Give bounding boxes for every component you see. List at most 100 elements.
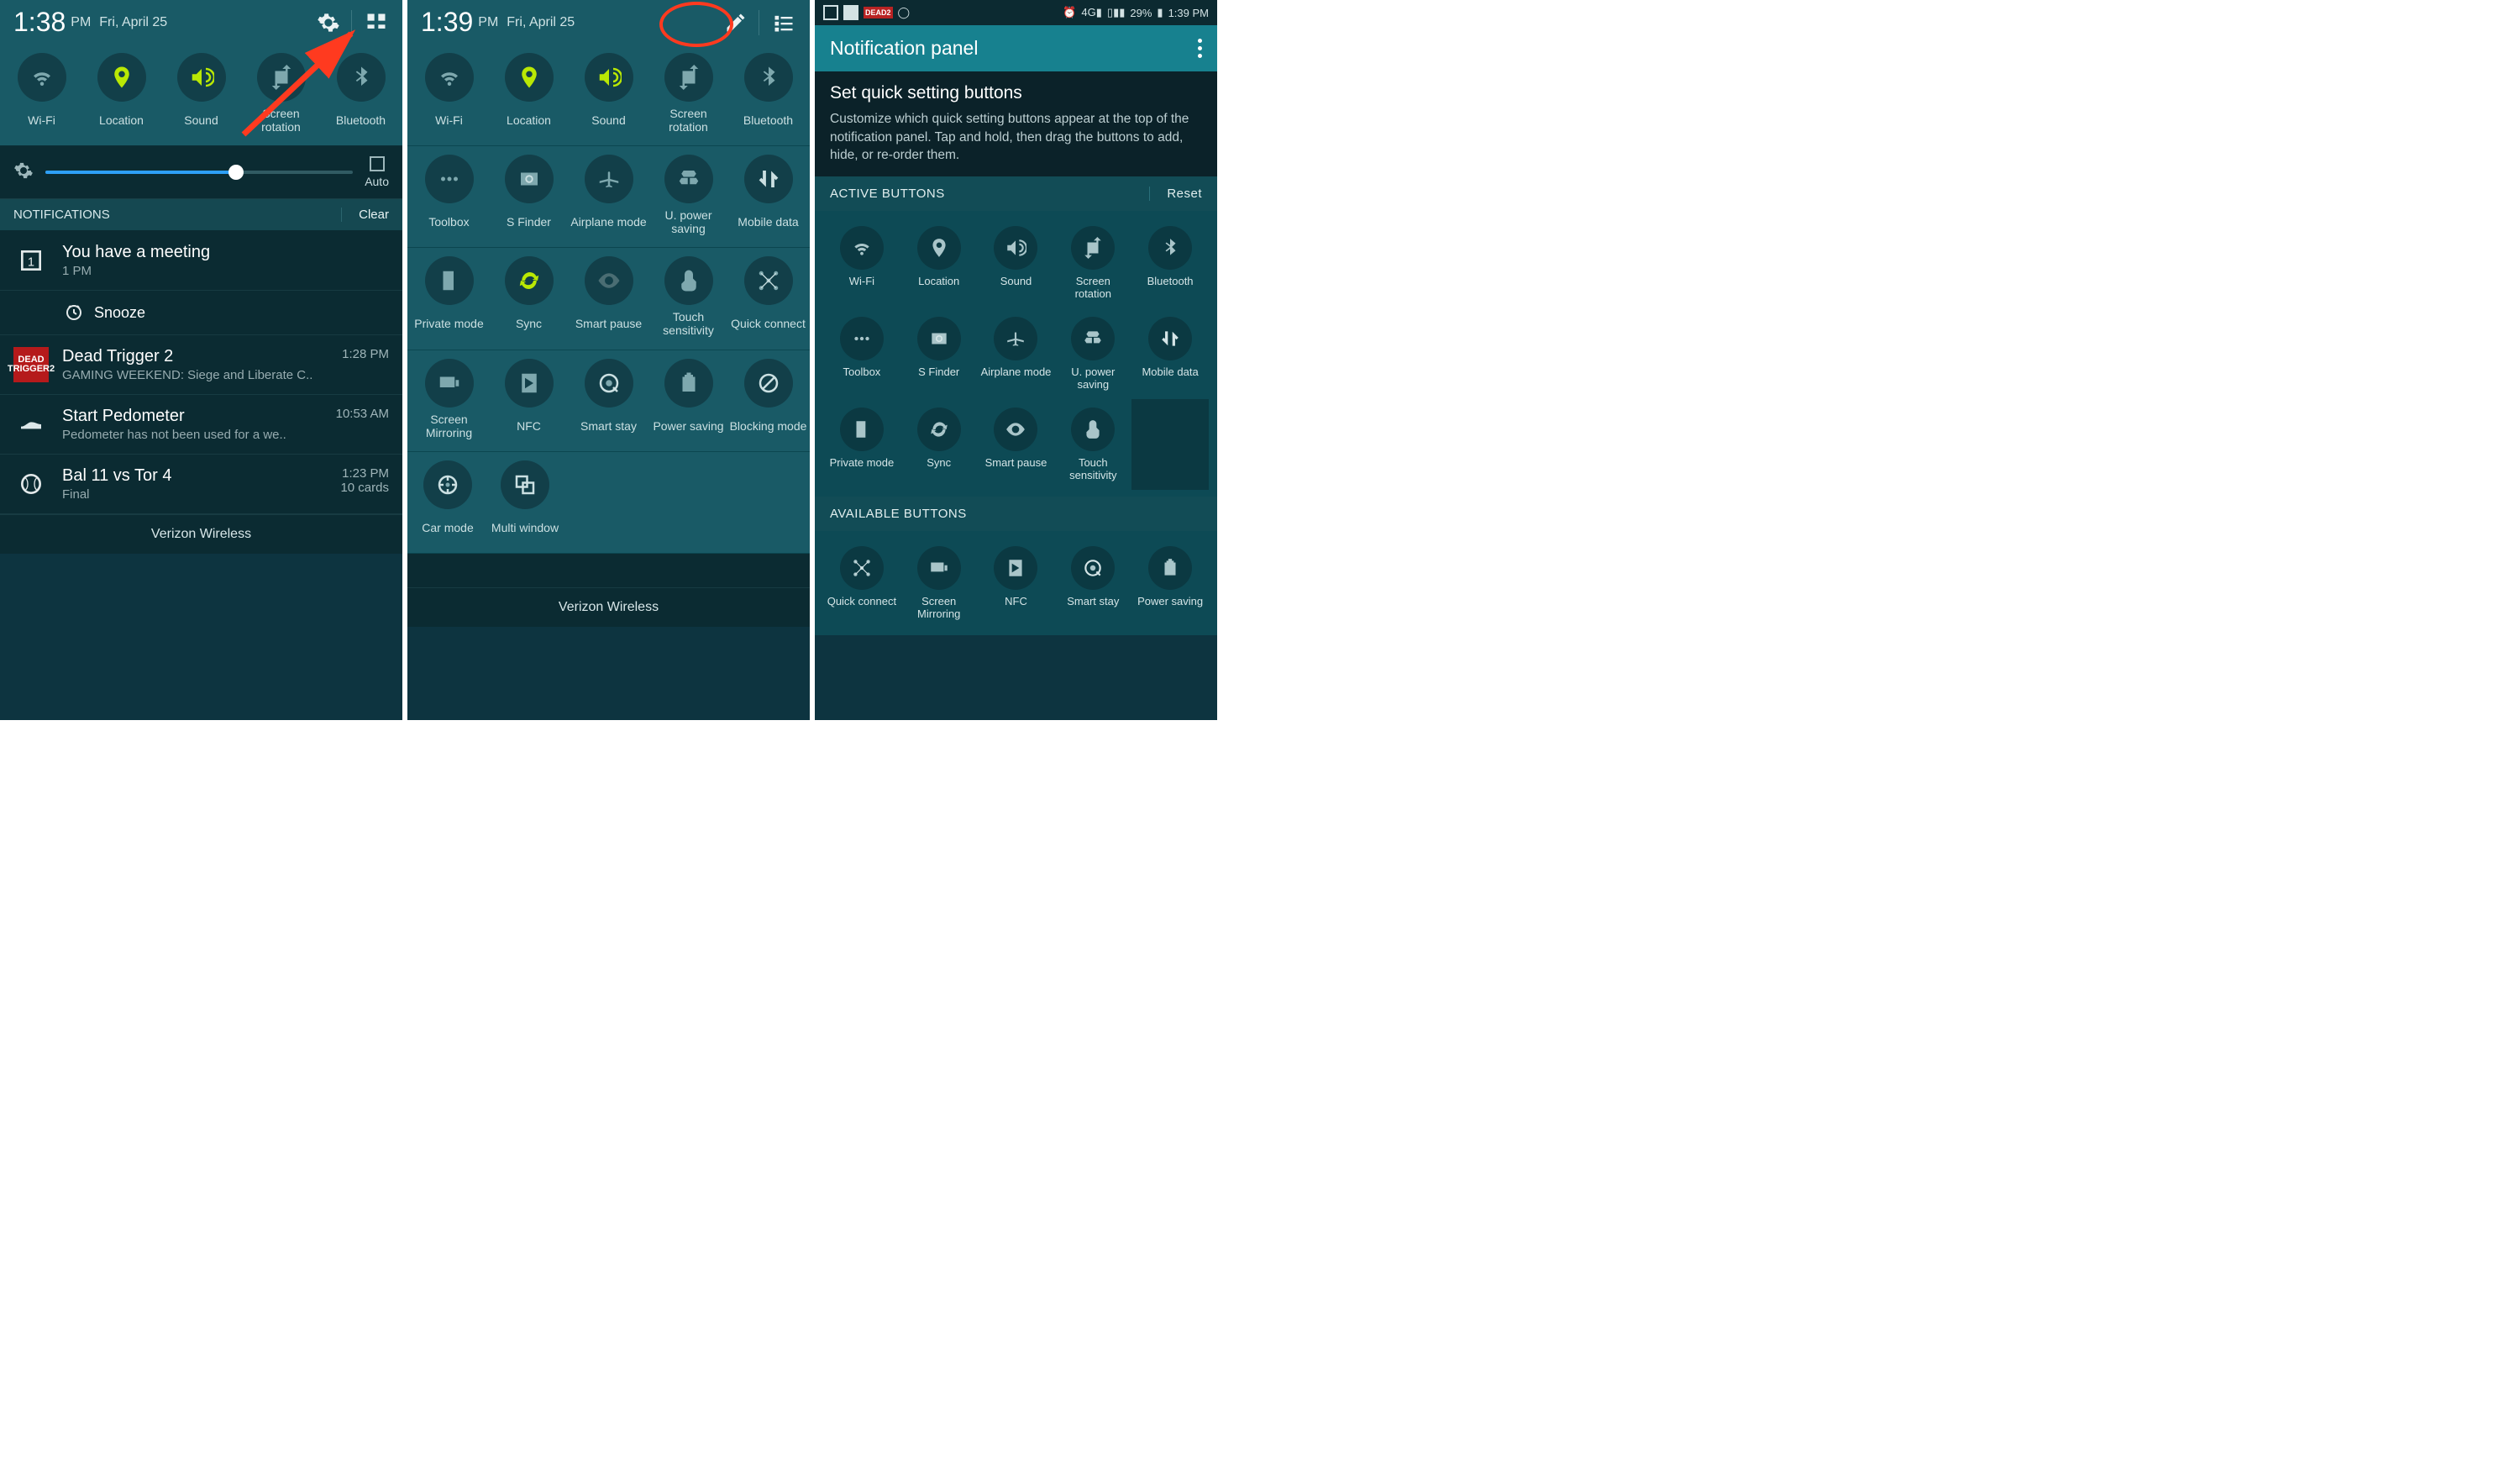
toggle-location[interactable]: Location [491,53,568,134]
status-app-icon: DEAD2 [864,7,893,18]
toggle-quick-connect[interactable]: Quick connect [730,256,807,337]
toggle-touch-sensitivity[interactable]: Touch sensitivity [650,256,727,337]
status-icon [843,5,858,20]
clear-notifications-button[interactable]: Clear [341,208,389,222]
auto-brightness-checkbox[interactable]: Auto [365,156,389,188]
notif-icon: 1 [13,243,49,278]
slot-quick-connect[interactable]: Quick connect [823,538,900,628]
slot-screen-mirroring[interactable]: Screen Mirroring [900,538,978,628]
active-buttons-header: ACTIVE BUTTONS Reset [815,176,1217,211]
slot-power-saving[interactable]: Power saving [1131,538,1209,628]
toggle-car-mode[interactable]: Car mode [409,460,486,541]
toggle-u.-power-saving[interactable]: U. power saving [650,155,727,235]
toggle-mobile-data[interactable]: Mobile data [730,155,807,235]
slot-smart-stay[interactable]: Smart stay [1054,538,1131,628]
toggle-nfc[interactable]: NFC [491,359,568,439]
slot-mobile-data[interactable]: Mobile data [1131,308,1209,399]
battery-icon: ▮ [1157,6,1163,19]
slot-location[interactable]: Location [900,218,978,308]
statusbar-time: 1:39 PM [1168,7,1209,19]
slot-screen-rotation[interactable]: Screen rotation [1054,218,1131,308]
toggle-multi-window[interactable]: Multi window [486,460,564,541]
full-toggle-grid: Wi-Fi Location Sound Screen rotation Blu… [407,45,810,554]
notifications-label: NOTIFICATIONS [13,208,110,222]
notification-item[interactable]: 1 You have a meeting 1 PM [0,231,402,291]
slot-sound[interactable]: Sound [978,218,1055,308]
active-buttons-grid: Wi-Fi Location Sound Screen rotation Blu… [815,211,1217,497]
notification-item[interactable]: DEADTRIGGER2 Dead Trigger 2 GAMING WEEKE… [0,335,402,395]
list-view-icon[interactable] [771,10,796,35]
screen-2-all-toggles: 1:39 PM Fri, April 25 Wi-Fi Location Sou… [407,0,815,720]
notification-item[interactable]: Start Pedometer Pedometer has not been u… [0,395,402,455]
toggle-bluetooth[interactable]: Bluetooth [730,53,807,134]
screen-3-edit-panel: DEAD2 ◯ ⏰ 4G▮ ▯▮▮ 29% ▮ 1:39 PM Notifica… [815,0,1222,720]
empty-slot[interactable] [1131,399,1209,490]
settings-gear-icon[interactable] [316,10,341,35]
clock-ampm: PM [478,15,498,30]
notif-icon [13,407,49,442]
toggle-smart-stay[interactable]: Smart stay [570,359,648,439]
screen-1-notification-shade: 1:38 PM Fri, April 25 Wi-Fi Location Sou… [0,0,407,720]
slot-wi-fi[interactable]: Wi-Fi [823,218,900,308]
slot-nfc[interactable]: NFC [978,538,1055,628]
toggle-wi-fi[interactable]: Wi-Fi [411,53,488,134]
reset-button[interactable]: Reset [1149,187,1202,201]
notification-list: 1 You have a meeting 1 PM Snooze DEADTRI… [0,231,402,514]
slot-sync[interactable]: Sync [900,399,978,490]
signal-4g-icon: 4G▮ [1081,6,1102,19]
toggle-blocking-mode[interactable]: Blocking mode [730,359,807,439]
toggle-sync[interactable]: Sync [491,256,568,337]
clock-date: Fri, April 25 [507,15,575,30]
signal-bars-icon: ▯▮▮ [1107,6,1125,19]
toggle-bluetooth[interactable]: Bluetooth [323,53,400,134]
snooze-action[interactable]: Snooze [0,291,402,335]
toggle-wi-fi[interactable]: Wi-Fi [3,53,81,134]
brightness-icon [13,160,34,185]
edit-pencil-icon[interactable] [723,10,748,35]
slot-bluetooth[interactable]: Bluetooth [1131,218,1209,308]
title-bar: Notification panel [815,25,1217,71]
carrier-footer: Verizon Wireless [407,587,810,627]
clock-ampm: PM [71,15,91,30]
svg-text:1: 1 [28,256,34,270]
toggle-sound[interactable]: Sound [163,53,240,134]
toggle-smart-pause[interactable]: Smart pause [570,256,648,337]
carrier-footer: Verizon Wireless [0,514,402,554]
instructions-body: Customize which quick setting buttons ap… [830,110,1202,165]
battery-percent: 29% [1130,7,1152,19]
available-buttons-grid: Quick connect Screen Mirroring NFC Smart… [815,531,1217,635]
status-icon [823,5,838,20]
toggle-sound[interactable]: Sound [570,53,648,134]
slot-touch-sensitivity[interactable]: Touch sensitivity [1054,399,1131,490]
clock-date: Fri, April 25 [99,15,167,30]
slot-toolbox[interactable]: Toolbox [823,308,900,399]
toggle-s-finder[interactable]: S Finder [491,155,568,235]
toggle-airplane-mode[interactable]: Airplane mode [570,155,648,235]
available-buttons-header: AVAILABLE BUTTONS [815,497,1217,531]
brightness-row: Auto [0,146,402,199]
shade-header: 1:38 PM Fri, April 25 [0,0,402,45]
notif-icon [13,466,49,502]
clock-time: 1:39 [421,7,473,38]
toggle-location[interactable]: Location [83,53,160,134]
slot-airplane-mode[interactable]: Airplane mode [978,308,1055,399]
status-bar: DEAD2 ◯ ⏰ 4G▮ ▯▮▮ 29% ▮ 1:39 PM [815,0,1217,25]
toggle-screen-rotation[interactable]: Screen rotation [243,53,320,134]
quick-settings-grid-icon[interactable] [364,10,389,35]
toggle-private-mode[interactable]: Private mode [411,256,488,337]
notification-item[interactable]: Bal 11 vs Tor 4 Final 1:23 PM10 cards [0,455,402,514]
slot-private-mode[interactable]: Private mode [823,399,900,490]
slot-s-finder[interactable]: S Finder [900,308,978,399]
overflow-menu-icon[interactable] [1198,39,1202,58]
toggle-toolbox[interactable]: Toolbox [411,155,488,235]
slot-smart-pause[interactable]: Smart pause [978,399,1055,490]
app-icon-deadtrigger: DEADTRIGGER2 [13,347,49,382]
toggle-power-saving[interactable]: Power saving [650,359,727,439]
clock-time: 1:38 [13,7,66,38]
brightness-slider[interactable] [45,171,353,174]
toggle-screen-rotation[interactable]: Screen rotation [650,53,727,134]
status-pedometer-icon: ◯ [898,6,911,19]
toggle-screen-mirroring[interactable]: Screen Mirroring [411,359,488,439]
alarm-icon: ⏰ [1063,6,1076,19]
slot-u.-power-saving[interactable]: U. power saving [1054,308,1131,399]
